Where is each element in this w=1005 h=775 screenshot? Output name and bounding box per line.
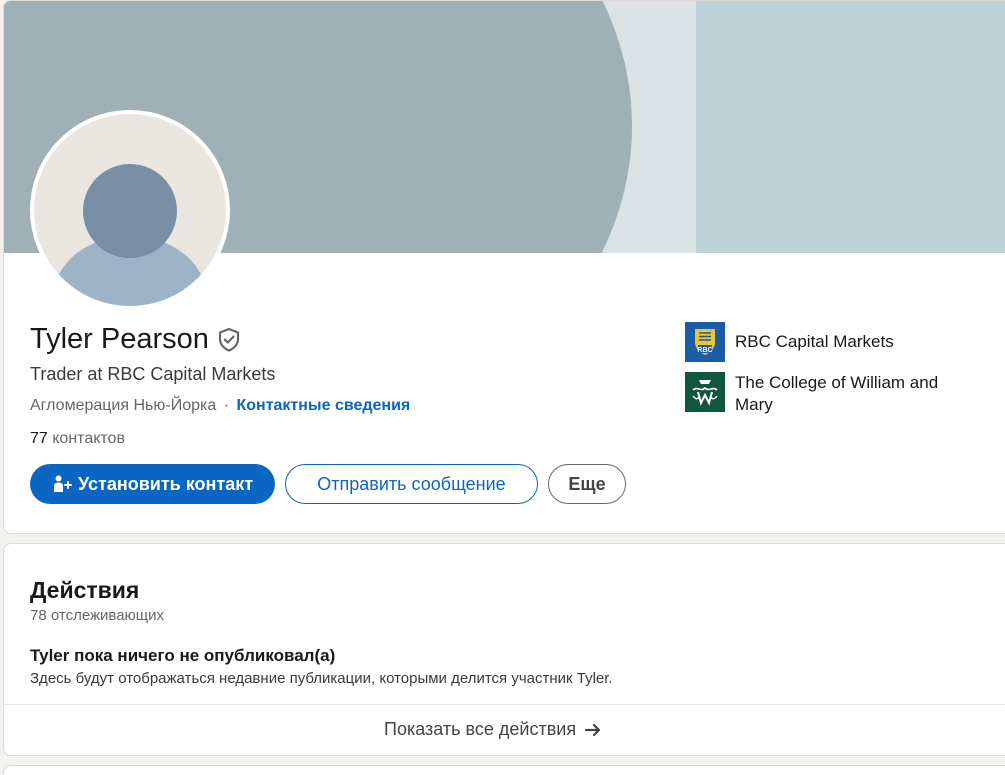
profile-headline: Trader at RBC Capital Markets	[30, 364, 276, 384]
profile-name-row: Tyler Pearson	[30, 323, 241, 356]
add-person-icon	[53, 475, 72, 492]
more-button[interactable]: Еще	[548, 464, 626, 504]
organization-william-and-mary-name: The College of William and Mary	[735, 373, 939, 414]
organization-william-and-mary[interactable]: The College of William and Mary	[685, 372, 965, 416]
arrow-right-icon	[584, 723, 601, 736]
next-section-card	[3, 765, 1005, 775]
activity-empty-description: Здесь будут отображаться недавние публик…	[30, 670, 613, 687]
more-button-label: Еще	[568, 473, 606, 494]
message-button[interactable]: Отправить сообщение	[285, 464, 538, 504]
connect-button[interactable]: Установить контакт	[30, 464, 275, 504]
shield-check-icon[interactable]	[217, 327, 241, 353]
followers-count[interactable]: 78 отслеживающих	[30, 607, 164, 624]
show-all-activity-label: Показать все действия	[384, 719, 577, 739]
organization-rbc[interactable]: RBC RBC Capital Markets	[685, 322, 965, 362]
location-separator: ·	[223, 397, 230, 414]
rbc-logo-text: RBC	[697, 347, 712, 354]
message-button-label: Отправить сообщение	[317, 473, 506, 494]
organization-rbc-name: RBC Capital Markets	[735, 332, 894, 351]
connections-label: контактов	[52, 430, 125, 447]
connections-count[interactable]: 77 контактов	[30, 430, 125, 448]
avatar[interactable]	[30, 110, 230, 310]
show-all-activity-link[interactable]: Показать все действия	[384, 719, 602, 740]
profile-location: Агломерация Нью-Йорка	[30, 397, 217, 414]
connect-button-label: Установить контакт	[77, 473, 254, 494]
activity-divider	[3, 704, 1005, 705]
activity-empty-title: Tyler пока ничего не опубликовал(а)	[30, 646, 336, 665]
contact-info-link[interactable]: Контактные сведения	[236, 397, 410, 414]
activity-title: Действия	[30, 577, 140, 603]
rbc-logo: RBC	[685, 322, 725, 362]
connections-number: 77	[30, 430, 48, 447]
william-and-mary-logo	[685, 372, 725, 412]
profile-name: Tyler Pearson	[30, 323, 209, 355]
profile-location-row: Агломерация Нью-Йорка · Контактные сведе…	[30, 397, 410, 415]
